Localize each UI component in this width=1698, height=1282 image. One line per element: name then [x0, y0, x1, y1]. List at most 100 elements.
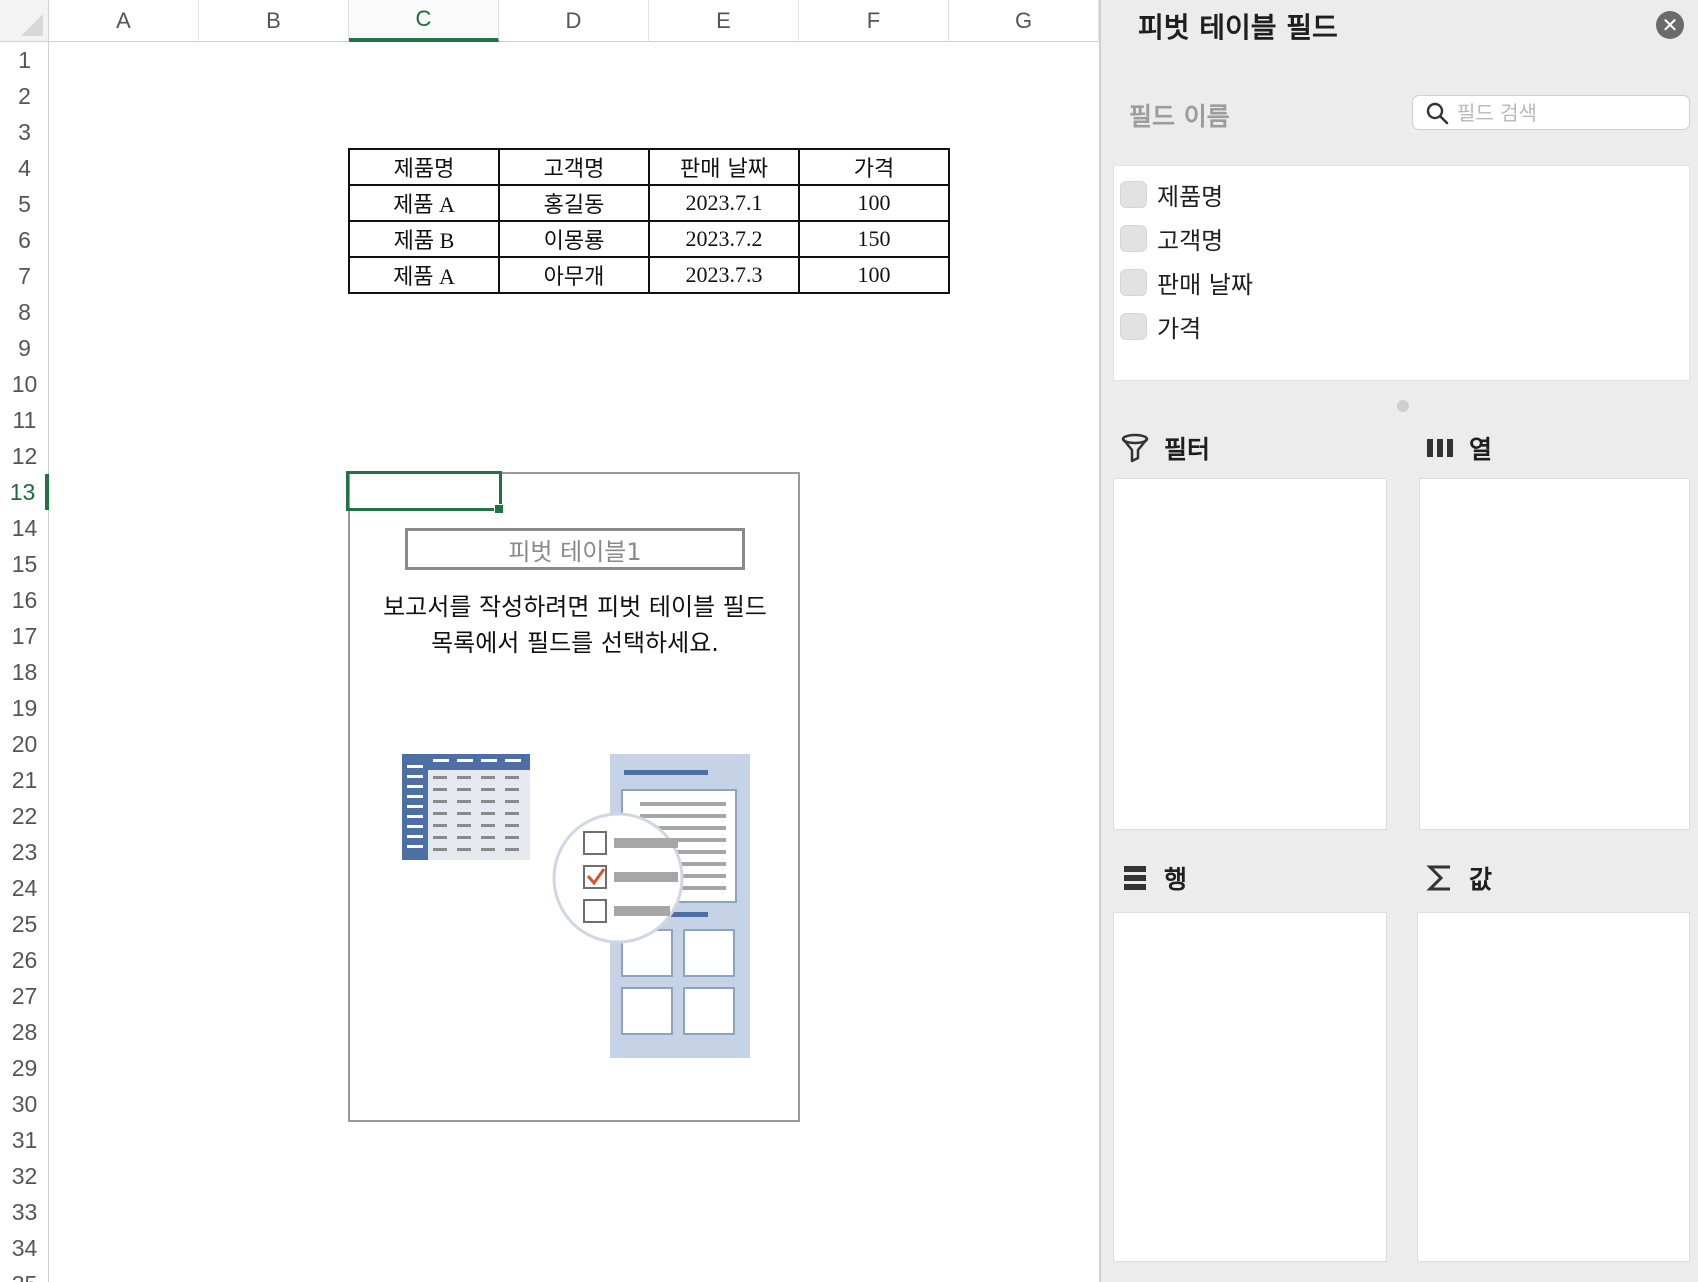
table-cell[interactable]: 제품 B — [348, 220, 500, 258]
row-header-31[interactable]: 31 — [0, 1122, 49, 1158]
pane-title: 피벗 테이블 필드 — [1138, 11, 1338, 44]
row-header-20[interactable]: 20 — [0, 726, 49, 762]
field-search-box[interactable] — [1412, 95, 1690, 130]
row-header-14[interactable]: 14 — [0, 510, 49, 546]
field-label: 판매 날짜 — [1157, 270, 1253, 299]
row-header-34[interactable]: 34 — [0, 1230, 49, 1266]
pivot-illustration-icon — [402, 754, 750, 1058]
table-cell[interactable]: 제품명 — [348, 148, 500, 186]
row-header-12[interactable]: 12 — [0, 438, 49, 474]
selected-cell-c13[interactable] — [346, 471, 502, 511]
field-label: 가격 — [1157, 314, 1202, 343]
pane-splitter-handle[interactable] — [1397, 400, 1409, 412]
row-header-24[interactable]: 24 — [0, 870, 49, 906]
table-cell[interactable]: 고객명 — [498, 148, 650, 186]
row-header-11[interactable]: 11 — [0, 402, 49, 438]
row-header-3[interactable]: 3 — [0, 114, 49, 150]
field-label: 제품명 — [1157, 182, 1224, 211]
row-header-25[interactable]: 25 — [0, 906, 49, 942]
table-cell[interactable]: 가격 — [798, 148, 950, 186]
column-header-bar: A B C D E F G — [49, 0, 1099, 42]
table-cell[interactable]: 2023.7.2 — [648, 220, 800, 258]
row-header-17[interactable]: 17 — [0, 618, 49, 654]
row-header-26[interactable]: 26 — [0, 942, 49, 978]
field-label: 고객명 — [1157, 226, 1224, 255]
row-header-21[interactable]: 21 — [0, 762, 49, 798]
row-header-19[interactable]: 19 — [0, 690, 49, 726]
close-icon[interactable]: ✕ — [1656, 11, 1684, 39]
column-header-e[interactable]: E — [649, 0, 799, 42]
source-data-table: 제품명 고객명 판매 날짜 가격 제품 A 홍길동 2023.7.1 100 제품 B 이몽룡 20… — [348, 148, 950, 294]
pivot-table-placeholder[interactable]: 피벗 테이블1 보고서를 작성하려면 피벗 테이블 필드 목록에서 필드를 선택… — [348, 472, 800, 1122]
table-cell[interactable]: 2023.7.3 — [648, 256, 800, 294]
field-search-input[interactable] — [1457, 96, 1682, 129]
row-header-7[interactable]: 7 — [0, 258, 49, 294]
fill-handle[interactable] — [494, 504, 504, 514]
row-header-10[interactable]: 10 — [0, 366, 49, 402]
field-item-sale-date[interactable]: 판매 날짜 — [1120, 262, 1253, 302]
column-header-g[interactable]: G — [949, 0, 1099, 42]
values-drop-area[interactable] — [1417, 912, 1690, 1262]
pivot-table-name: 피벗 테이블1 — [405, 528, 745, 570]
field-checkbox[interactable] — [1120, 268, 1147, 296]
column-header-f[interactable]: F — [799, 0, 949, 42]
table-cell[interactable]: 100 — [798, 256, 950, 294]
field-checkbox[interactable] — [1120, 180, 1147, 208]
row-header-16[interactable]: 16 — [0, 582, 49, 618]
field-item-product[interactable]: 제품명 — [1120, 174, 1223, 214]
row-header-8[interactable]: 8 — [0, 294, 49, 330]
sigma-icon — [1423, 861, 1457, 895]
row-header-4[interactable]: 4 — [0, 150, 49, 186]
row-header-30[interactable]: 30 — [0, 1086, 49, 1122]
field-item-customer[interactable]: 고객명 — [1120, 218, 1223, 258]
table-row: 제품 A 아무개 2023.7.3 100 — [348, 256, 950, 294]
table-cell[interactable]: 2023.7.1 — [648, 184, 800, 222]
table-cell[interactable]: 판매 날짜 — [648, 148, 800, 186]
row-header-27[interactable]: 27 — [0, 978, 49, 1014]
select-all-corner[interactable] — [0, 0, 49, 42]
field-checkbox[interactable] — [1120, 224, 1147, 252]
values-area-header: 값 — [1423, 860, 1492, 896]
row-header-22[interactable]: 22 — [0, 798, 49, 834]
row-header-33[interactable]: 33 — [0, 1194, 49, 1230]
columns-area-label: 열 — [1469, 435, 1493, 464]
column-header-d[interactable]: D — [499, 0, 649, 42]
funnel-icon — [1118, 431, 1152, 465]
filter-drop-area[interactable] — [1113, 478, 1387, 830]
search-icon — [1426, 102, 1449, 125]
row-header-9[interactable]: 9 — [0, 330, 49, 366]
table-cell[interactable]: 100 — [798, 184, 950, 222]
columns-drop-area[interactable] — [1419, 478, 1690, 830]
table-cell[interactable]: 아무개 — [498, 256, 650, 294]
table-cell[interactable]: 홍길동 — [498, 184, 650, 222]
row-header-1[interactable]: 1 — [0, 42, 49, 78]
row-header-23[interactable]: 23 — [0, 834, 49, 870]
column-header-a[interactable]: A — [49, 0, 199, 42]
row-header-2[interactable]: 2 — [0, 78, 49, 114]
table-row: 제품 B 이몽룡 2023.7.2 150 — [348, 220, 950, 258]
column-header-b[interactable]: B — [199, 0, 349, 42]
column-header-c[interactable]: C — [349, 0, 499, 42]
row-header-5[interactable]: 5 — [0, 186, 49, 222]
field-item-price[interactable]: 가격 — [1120, 306, 1201, 346]
row-header-32[interactable]: 32 — [0, 1158, 49, 1194]
field-checkbox[interactable] — [1120, 312, 1147, 340]
table-cell[interactable]: 제품 A — [348, 256, 500, 294]
rows-drop-area[interactable] — [1113, 912, 1387, 1262]
worksheet[interactable]: A B C D E F G 1 2 3 4 5 6 7 8 9 10 11 12 13 14 15 16 17 1… — [0, 0, 1099, 1282]
row-header-18[interactable]: 18 — [0, 654, 49, 690]
rows-icon — [1118, 861, 1152, 895]
row-header-15[interactable]: 15 — [0, 546, 49, 582]
field-list: 제품명 고객명 판매 날짜 가격 — [1113, 165, 1690, 381]
table-cell[interactable]: 150 — [798, 220, 950, 258]
table-cell[interactable]: 제품 A — [348, 184, 500, 222]
row-header-35[interactable]: 35 — [0, 1266, 49, 1282]
row-header-28[interactable]: 28 — [0, 1014, 49, 1050]
pivot-instruction-line: 보고서를 작성하려면 피벗 테이블 필드 — [383, 593, 767, 621]
row-header-13[interactable]: 13 — [0, 474, 49, 510]
row-header-6[interactable]: 6 — [0, 222, 49, 258]
row-header-bar: 1 2 3 4 5 6 7 8 9 10 11 12 13 14 15 16 17 18 19 20 21 22 23 24 2… — [0, 42, 49, 1282]
table-cell[interactable]: 이몽룡 — [498, 220, 650, 258]
columns-icon — [1423, 431, 1457, 465]
row-header-29[interactable]: 29 — [0, 1050, 49, 1086]
